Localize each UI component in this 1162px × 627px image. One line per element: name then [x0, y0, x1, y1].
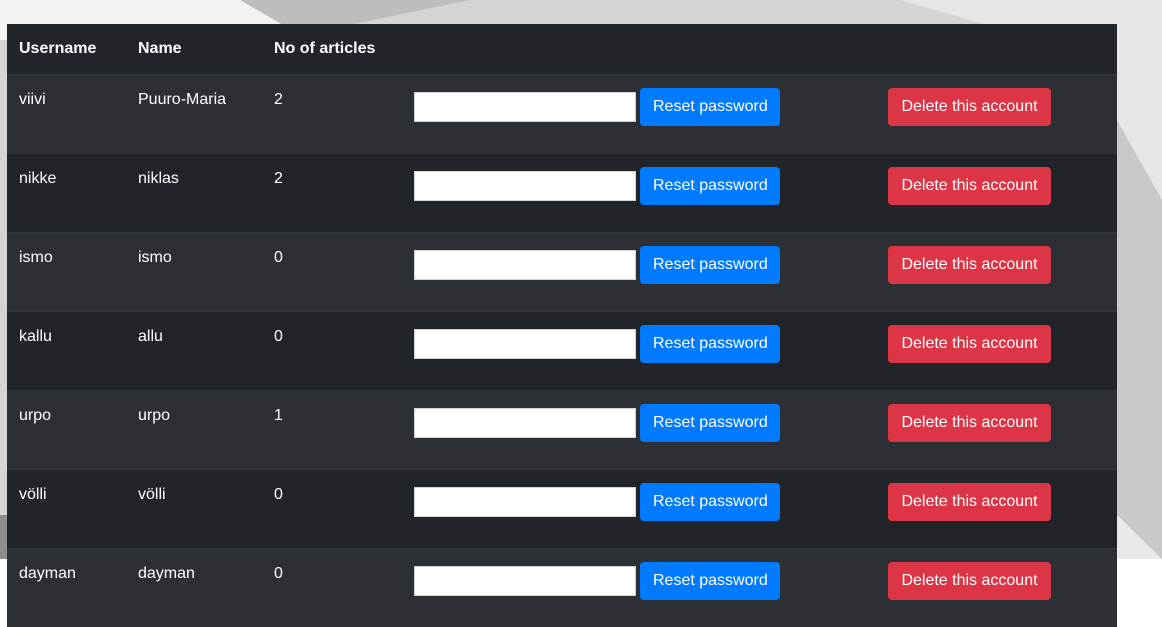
reset-password-cell: Reset password [410, 470, 888, 549]
new-password-input[interactable] [414, 408, 636, 438]
name-cell: dayman [126, 549, 262, 627]
table-row: dayman dayman 0 Reset password Delete th… [7, 549, 1117, 627]
table-row: viivi Puuro-Maria 2 Reset password Delet… [7, 75, 1117, 154]
reset-password-cell: Reset password [410, 549, 888, 627]
reset-password-button[interactable]: Reset password [640, 88, 780, 126]
column-header-delete [888, 24, 1117, 75]
delete-account-cell: Delete this account [888, 391, 1117, 470]
delete-account-button[interactable]: Delete this account [888, 483, 1051, 521]
table-row: völli völli 0 Reset password Delete this… [7, 470, 1117, 549]
delete-account-button[interactable]: Delete this account [888, 167, 1051, 205]
username-cell: viivi [7, 75, 126, 154]
articles-cell: 0 [262, 470, 410, 549]
table-row: urpo urpo 1 Reset password Delete this a… [7, 391, 1117, 470]
name-cell: Puuro-Maria [126, 75, 262, 154]
username-cell: dayman [7, 549, 126, 627]
username-cell: kallu [7, 312, 126, 391]
delete-account-button[interactable]: Delete this account [888, 246, 1051, 284]
username-cell: ismo [7, 233, 126, 312]
name-cell: allu [126, 312, 262, 391]
reset-password-button[interactable]: Reset password [640, 325, 780, 363]
reset-password-cell: Reset password [410, 312, 888, 391]
reset-password-button[interactable]: Reset password [640, 167, 780, 205]
users-table: Username Name No of articles viivi Puuro… [7, 24, 1117, 627]
name-cell: niklas [126, 154, 262, 233]
table-body: viivi Puuro-Maria 2 Reset password Delet… [7, 75, 1117, 627]
new-password-input[interactable] [414, 566, 636, 596]
users-table-panel: Username Name No of articles viivi Puuro… [7, 24, 1117, 515]
delete-account-button[interactable]: Delete this account [888, 562, 1051, 600]
delete-account-button[interactable]: Delete this account [888, 404, 1051, 442]
new-password-input[interactable] [414, 92, 636, 122]
reset-password-button[interactable]: Reset password [640, 483, 780, 521]
articles-cell: 0 [262, 549, 410, 627]
delete-account-button[interactable]: Delete this account [888, 325, 1051, 363]
name-cell: ismo [126, 233, 262, 312]
reset-password-cell: Reset password [410, 233, 888, 312]
username-cell: urpo [7, 391, 126, 470]
table-row: kallu allu 0 Reset password Delete this … [7, 312, 1117, 391]
name-cell: urpo [126, 391, 262, 470]
reset-password-cell: Reset password [410, 154, 888, 233]
name-cell: völli [126, 470, 262, 549]
new-password-input[interactable] [414, 250, 636, 280]
column-header-name: Name [126, 24, 262, 75]
delete-account-cell: Delete this account [888, 470, 1117, 549]
articles-cell: 0 [262, 233, 410, 312]
reset-password-button[interactable]: Reset password [640, 404, 780, 442]
reset-password-cell: Reset password [410, 75, 888, 154]
column-header-articles: No of articles [262, 24, 410, 75]
column-header-username: Username [7, 24, 126, 75]
new-password-input[interactable] [414, 171, 636, 201]
username-cell: nikke [7, 154, 126, 233]
articles-cell: 2 [262, 154, 410, 233]
delete-account-cell: Delete this account [888, 154, 1117, 233]
reset-password-button[interactable]: Reset password [640, 562, 780, 600]
articles-cell: 0 [262, 312, 410, 391]
articles-cell: 1 [262, 391, 410, 470]
delete-account-cell: Delete this account [888, 233, 1117, 312]
delete-account-cell: Delete this account [888, 549, 1117, 627]
column-header-reset [410, 24, 888, 75]
table-header-row: Username Name No of articles [7, 24, 1117, 75]
username-cell: völli [7, 470, 126, 549]
reset-password-cell: Reset password [410, 391, 888, 470]
reset-password-button[interactable]: Reset password [640, 246, 780, 284]
new-password-input[interactable] [414, 487, 636, 517]
table-row: ismo ismo 0 Reset password Delete this a… [7, 233, 1117, 312]
table-row: nikke niklas 2 Reset password Delete thi… [7, 154, 1117, 233]
delete-account-cell: Delete this account [888, 75, 1117, 154]
delete-account-cell: Delete this account [888, 312, 1117, 391]
delete-account-button[interactable]: Delete this account [888, 88, 1051, 126]
articles-cell: 2 [262, 75, 410, 154]
new-password-input[interactable] [414, 329, 636, 359]
